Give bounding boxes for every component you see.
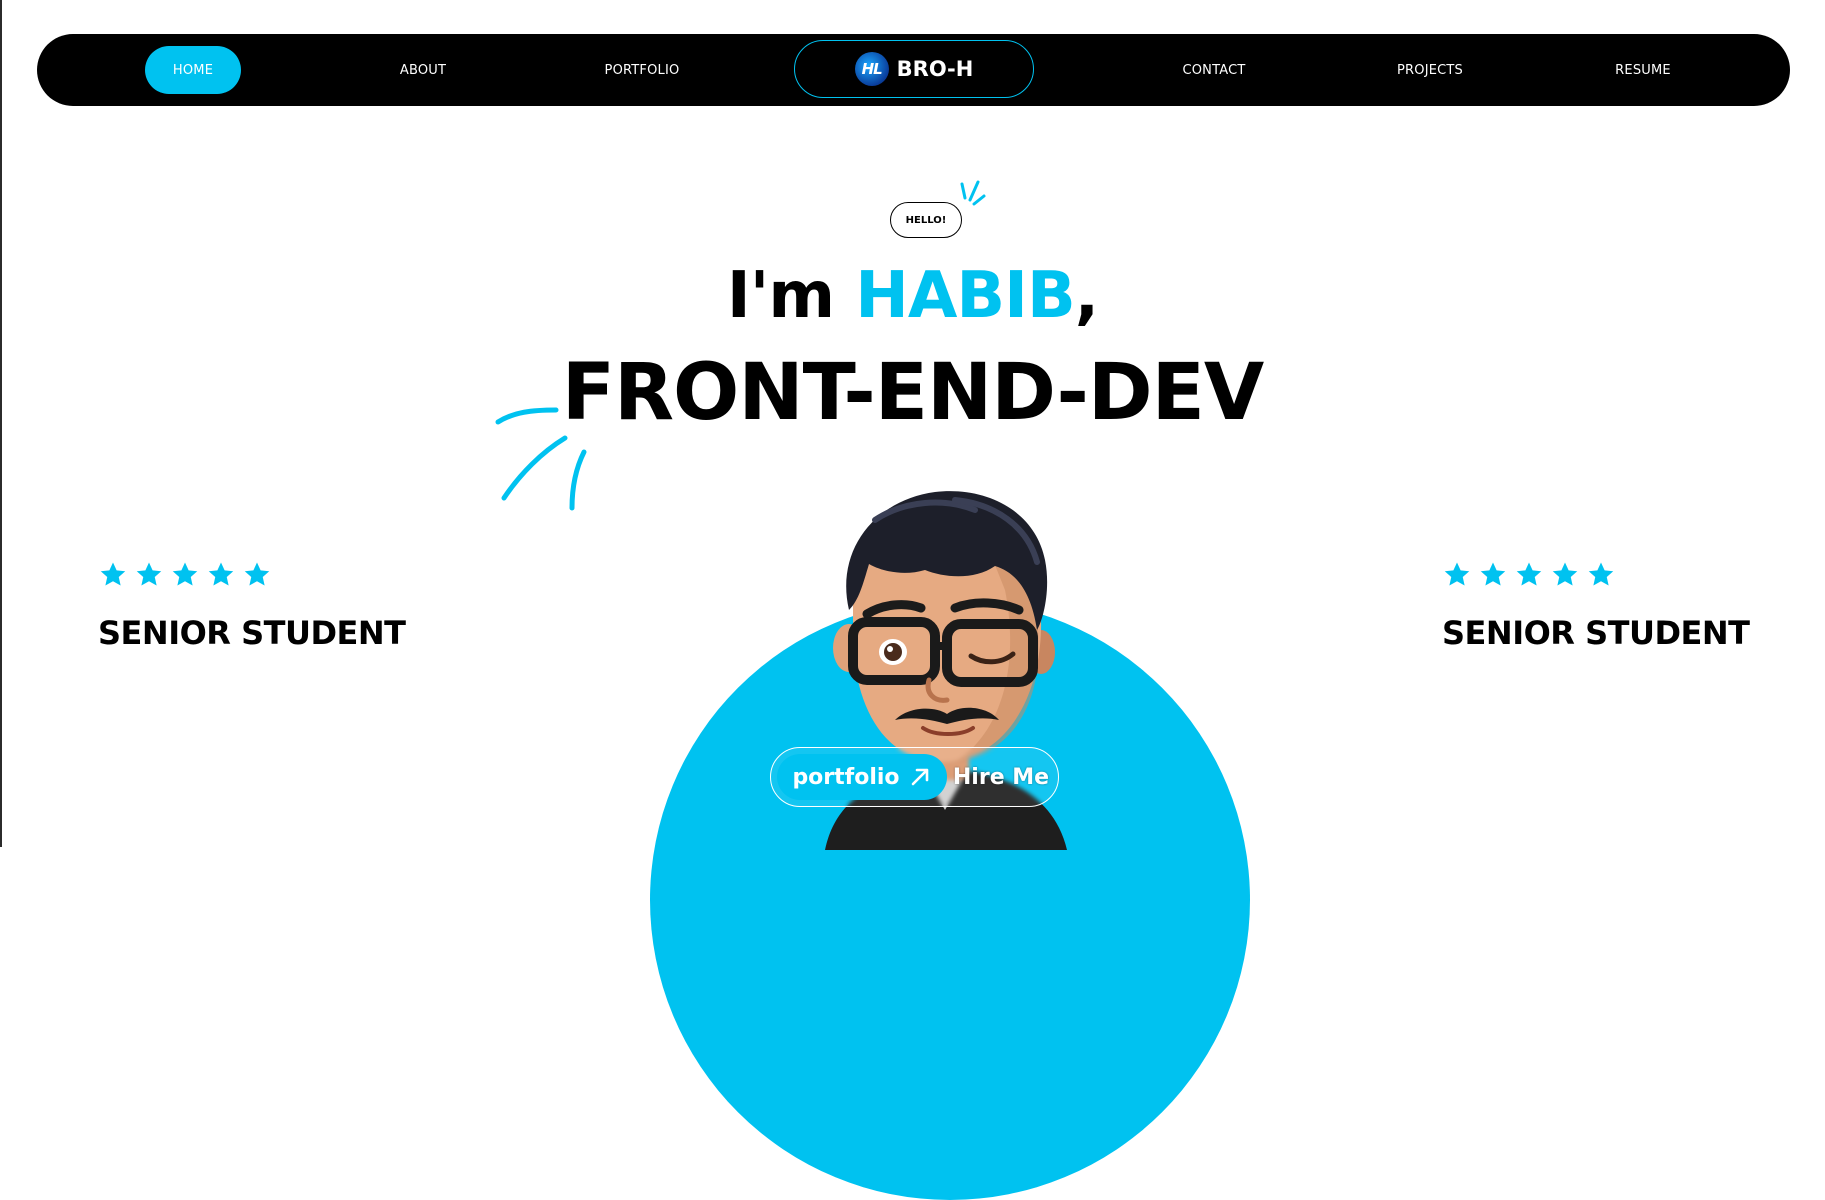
brand-link[interactable]: HL BRO-H [794, 40, 1034, 98]
star-icon [1552, 562, 1578, 586]
hire-me-button[interactable]: Hire Me [949, 754, 1053, 800]
arrow-up-right-icon [911, 768, 928, 786]
nav-contact[interactable]: CONTACT [1159, 46, 1269, 94]
rating-stars [1442, 560, 1762, 594]
star-icon [1516, 562, 1542, 586]
nav-resume[interactable]: RESUME [1593, 46, 1693, 94]
hello-badge: HELLO! [890, 202, 962, 238]
greeting-name: HABIB [855, 259, 1075, 333]
greeting-prefix: I'm [726, 259, 835, 333]
cta-group: portfolio Hire Me [770, 747, 1059, 807]
nav-projects[interactable]: PROJECTS [1375, 46, 1485, 94]
side-label-left: SENIOR STUDENT [98, 614, 406, 652]
sparkle-large-icon [495, 407, 587, 511]
side-block-right: SENIOR STUDENT [1442, 560, 1762, 652]
brand-logo: HL [854, 52, 889, 86]
side-label-right: SENIOR STUDENT [1442, 614, 1750, 652]
nav-about[interactable]: ABOUT [375, 46, 471, 94]
top-navbar: HOME ABOUT PORTFOLIO HL BRO-H CONTACT PR… [37, 34, 1790, 106]
nav-home[interactable]: HOME [145, 46, 241, 94]
star-icon [208, 562, 234, 586]
star-icon [172, 562, 198, 586]
greeting-suffix: , [1074, 259, 1099, 333]
brand-name: BRO-H [896, 57, 974, 81]
star-icon [1588, 562, 1614, 586]
star-icon [1480, 562, 1506, 586]
side-block-left: SENIOR STUDENT [98, 560, 418, 652]
star-icon [100, 562, 126, 586]
sparkle-small-icon [960, 180, 986, 206]
portfolio-button[interactable]: portfolio [777, 754, 947, 800]
star-icon [244, 562, 270, 586]
portfolio-button-label: portfolio [792, 764, 900, 790]
nav-portfolio[interactable]: PORTFOLIO [587, 46, 697, 94]
star-icon [1444, 562, 1470, 586]
rating-stars [98, 560, 418, 594]
headline-role: FRONT-END-DEV [561, 348, 1265, 438]
headline-greeting: I'm HABIB, [0, 258, 1825, 334]
star-icon [136, 562, 162, 586]
